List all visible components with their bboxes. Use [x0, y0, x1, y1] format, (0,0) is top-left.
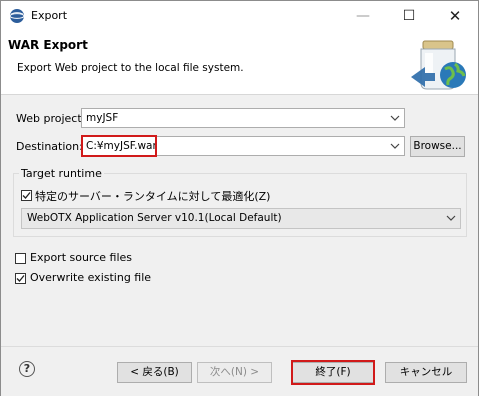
target-runtime-label: Target runtime: [19, 167, 104, 180]
wizard-header: WAR Export Export Web project to the loc…: [1, 31, 478, 95]
wizard-content: Web project: myJSF Destination: C:¥myJSF…: [1, 95, 478, 346]
next-button[interactable]: 次へ(N) >: [197, 362, 272, 383]
runtime-combo[interactable]: WebOTX Application Server v10.1(Local De…: [21, 208, 461, 229]
export-source-checkbox[interactable]: [15, 253, 26, 264]
checkmark-icon: [16, 275, 25, 282]
export-dialog: Export — ☐ ✕ WAR Export Export Web proje…: [0, 0, 479, 396]
chevron-down-icon: [390, 143, 400, 149]
maximize-button[interactable]: ☐: [386, 1, 432, 31]
minimize-button[interactable]: —: [340, 1, 386, 31]
optimize-checkbox[interactable]: [21, 190, 32, 201]
optimize-label: 特定のサーバー・ランタイムに対して最適化(Z): [35, 190, 271, 203]
title-bar: Export — ☐ ✕: [1, 1, 478, 31]
web-project-combo[interactable]: myJSF: [81, 108, 405, 128]
back-button[interactable]: < 戻る(B): [117, 362, 192, 383]
overwrite-label: Overwrite existing file: [30, 271, 152, 284]
overwrite-checkbox[interactable]: [15, 273, 26, 284]
export-source-label: Export source files: [30, 251, 133, 264]
runtime-value: WebOTX Application Server v10.1(Local De…: [27, 212, 282, 224]
window-title: Export: [31, 9, 68, 22]
destination-label: Destination:: [16, 140, 83, 153]
web-project-label: Web project:: [16, 112, 86, 125]
chevron-down-icon: [446, 215, 456, 221]
export-jar-globe-icon: [411, 40, 466, 90]
browse-button[interactable]: Browse...: [410, 136, 465, 157]
checkmark-icon: [22, 192, 31, 199]
finish-highlight: [291, 360, 375, 385]
wizard-title: WAR Export: [8, 38, 88, 52]
wizard-footer: ? < 戻る(B) 次へ(N) > 終了(F) キャンセル: [1, 346, 478, 396]
close-button[interactable]: ✕: [432, 1, 478, 31]
destination-highlight: [81, 135, 157, 157]
wizard-description: Export Web project to the local file sys…: [17, 62, 244, 74]
web-project-value: myJSF: [86, 112, 119, 124]
chevron-down-icon: [390, 115, 400, 121]
cancel-button[interactable]: キャンセル: [385, 362, 467, 383]
eclipse-icon: [9, 9, 25, 23]
help-icon[interactable]: ?: [19, 361, 35, 377]
